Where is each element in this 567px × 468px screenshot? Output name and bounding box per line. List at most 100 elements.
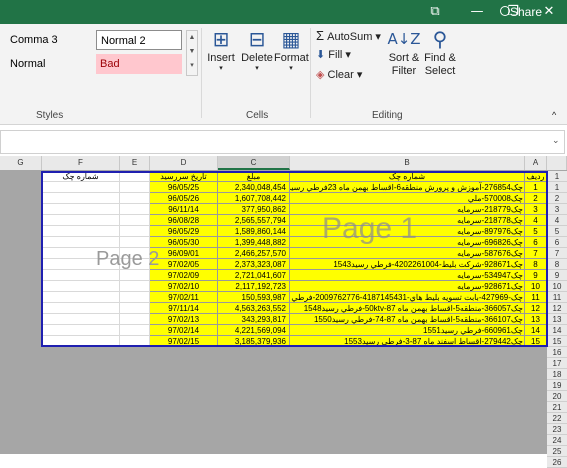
empty-cell[interactable]: [120, 204, 150, 215]
column-header[interactable]: B: [290, 156, 525, 170]
row-header[interactable]: 12: [547, 303, 567, 314]
row-header[interactable]: 13: [547, 314, 567, 325]
row-header[interactable]: 25: [547, 446, 567, 457]
check-description-cell[interactable]: چک279442-اقساط اسفند ماه 87-3-فرطي رسيد1…: [290, 336, 525, 347]
row-header[interactable]: 1: [547, 171, 567, 182]
expand-formula-icon[interactable]: ⌄: [552, 135, 560, 146]
worksheet-grid[interactable]: G F E D C B A 1 ردیف شماره چک مبلغ تاریخ سرر…: [0, 156, 567, 468]
check-description-cell[interactable]: چک587676-سرمايه: [290, 248, 525, 259]
row-header[interactable]: 15: [547, 336, 567, 347]
empty-cell[interactable]: [120, 270, 150, 281]
amount-cell[interactable]: 343,293,817: [218, 314, 290, 325]
empty-cell[interactable]: [42, 182, 120, 193]
due-date-cell[interactable]: 96/05/29: [150, 226, 218, 237]
due-date-cell[interactable]: 97/02/09: [150, 270, 218, 281]
empty-cell[interactable]: [120, 336, 150, 347]
due-date-cell[interactable]: 97/02/13: [150, 314, 218, 325]
row-header[interactable]: 6: [547, 237, 567, 248]
check-description-cell[interactable]: چک276854-آموزش و پرورش منطقه6-اقساط بهمن…: [290, 182, 525, 193]
column-header[interactable]: E: [120, 156, 150, 170]
due-date-cell[interactable]: 97/02/15: [150, 336, 218, 347]
amount-cell[interactable]: 2,117,192,723: [218, 281, 290, 292]
fill-button[interactable]: ⬇ Fill ▾: [316, 48, 351, 61]
row-header[interactable]: 4: [547, 215, 567, 226]
empty-cell[interactable]: [120, 292, 150, 303]
check-description-cell[interactable]: چک534947-سرمايه: [290, 270, 525, 281]
amount-cell[interactable]: 150,593,987: [218, 292, 290, 303]
empty-cell[interactable]: [42, 193, 120, 204]
amount-cell[interactable]: 1,399,448,882: [218, 237, 290, 248]
empty-cell[interactable]: [42, 303, 120, 314]
amount-cell[interactable]: 2,340,048,454: [218, 182, 290, 193]
row-number-cell[interactable]: 6: [525, 237, 547, 248]
empty-cell[interactable]: [42, 270, 120, 281]
row-header[interactable]: 3: [547, 204, 567, 215]
insert-button[interactable]: ⊞ Insert ▾: [204, 28, 238, 72]
due-date-cell[interactable]: 97/02/11: [150, 292, 218, 303]
format-button[interactable]: ▦ Format ▾: [274, 28, 309, 72]
share-button[interactable]: Share: [500, 0, 560, 24]
column-header[interactable]: C: [218, 156, 290, 170]
row-number-cell[interactable]: 9: [525, 270, 547, 281]
empty-cell[interactable]: [42, 292, 120, 303]
check-description-cell[interactable]: چک-427969-بابت تسويه بليط هاي-4187145431…: [290, 292, 525, 303]
row-header[interactable]: 19: [547, 380, 567, 391]
empty-cell[interactable]: [42, 226, 120, 237]
column-header[interactable]: F: [42, 156, 120, 170]
row-number-cell[interactable]: 1: [525, 182, 547, 193]
due-date-cell[interactable]: 96/05/26: [150, 193, 218, 204]
clear-button[interactable]: ◈ Clear ▾: [316, 68, 362, 81]
row-header[interactable]: 24: [547, 435, 567, 446]
amount-cell[interactable]: 3,185,379,936: [218, 336, 290, 347]
empty-cell[interactable]: [42, 281, 120, 292]
row-header[interactable]: 23: [547, 424, 567, 435]
empty-cell[interactable]: [42, 336, 120, 347]
amount-cell[interactable]: 377,950,862: [218, 204, 290, 215]
autosum-button[interactable]: Σ AutoSum ▾: [316, 28, 381, 43]
empty-cell[interactable]: [0, 171, 42, 182]
empty-cell[interactable]: [42, 314, 120, 325]
row-header[interactable]: 22: [547, 413, 567, 424]
column-header[interactable]: A: [525, 156, 547, 170]
amount-cell[interactable]: 4,563,263,552: [218, 303, 290, 314]
header-cell-c[interactable]: مبلغ: [218, 171, 290, 182]
check-description-cell[interactable]: چک366057-منطقه5-اقساط بهمن ماه 87-50ktv-…: [290, 303, 525, 314]
amount-cell[interactable]: 2,565,557,794: [218, 215, 290, 226]
due-date-cell[interactable]: 97/02/05: [150, 259, 218, 270]
due-date-cell[interactable]: 97/02/14: [150, 325, 218, 336]
row-header[interactable]: 18: [547, 369, 567, 380]
row-header[interactable]: 14: [547, 325, 567, 336]
style-normal2[interactable]: Normal 2: [96, 30, 182, 50]
check-description-cell[interactable]: چک660961-فرطي رسيد1551: [290, 325, 525, 336]
check-description-cell[interactable]: چک570008-ملي: [290, 193, 525, 204]
check-description-cell[interactable]: چک928671-سرمايه: [290, 281, 525, 292]
amount-cell[interactable]: 4,221,569,094: [218, 325, 290, 336]
empty-cell[interactable]: [120, 171, 150, 182]
empty-cell[interactable]: [120, 314, 150, 325]
row-header[interactable]: 2: [547, 193, 567, 204]
check-description-cell[interactable]: چک928671-شرکت بليط-4202261004-فرطي رسيد1…: [290, 259, 525, 270]
row-number-cell[interactable]: 2: [525, 193, 547, 204]
restore-display-icon[interactable]: ⧉: [426, 3, 444, 21]
empty-cell[interactable]: [42, 215, 120, 226]
row-number-cell[interactable]: 10: [525, 281, 547, 292]
formula-input[interactable]: [0, 130, 565, 154]
header-cell-d[interactable]: تاریخ سررسید: [150, 171, 218, 182]
empty-cell[interactable]: [42, 237, 120, 248]
header-cell-a[interactable]: ردیف: [525, 171, 547, 182]
row-number-cell[interactable]: 8: [525, 259, 547, 270]
delete-button[interactable]: ⊟ Delete ▾: [240, 28, 274, 72]
style-normal[interactable]: Normal: [6, 54, 92, 74]
empty-cell[interactable]: [42, 325, 120, 336]
empty-cell[interactable]: [120, 182, 150, 193]
amount-cell[interactable]: 2,466,257,570: [218, 248, 290, 259]
row-header[interactable]: 9: [547, 270, 567, 281]
column-header[interactable]: D: [150, 156, 218, 170]
row-header[interactable]: 20: [547, 391, 567, 402]
row-number-cell[interactable]: 7: [525, 248, 547, 259]
row-header[interactable]: 5: [547, 226, 567, 237]
column-header[interactable]: G: [0, 156, 42, 170]
due-date-cell[interactable]: 96/08/28: [150, 215, 218, 226]
row-number-cell[interactable]: 3: [525, 204, 547, 215]
row-number-cell[interactable]: 15: [525, 336, 547, 347]
